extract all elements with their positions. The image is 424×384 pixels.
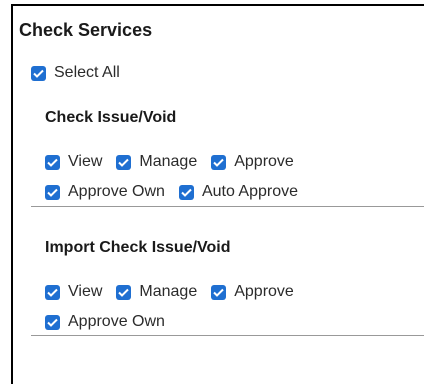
section-2-row-1: View Manage Approve [45, 283, 308, 301]
checkbox-label: Auto Approve [201, 183, 299, 200]
section-title-import-check-issue-void: Import Check Issue/Void [45, 239, 231, 256]
checkbox-label: Manage [139, 283, 198, 300]
check-icon [47, 288, 58, 297]
checkbox-label: Approve Own [68, 183, 165, 200]
checkbox-auto-approve[interactable] [178, 184, 194, 200]
select-all-row[interactable]: Select All [31, 64, 134, 82]
check-icon [33, 69, 44, 78]
section-divider [31, 335, 424, 336]
check-icon [47, 188, 58, 197]
checkbox-label: Approve [234, 283, 294, 300]
checkbox-manage[interactable] [116, 154, 132, 170]
panel-title: Check Services [19, 20, 153, 40]
checkbox-approve[interactable] [211, 284, 227, 300]
check-icon [118, 158, 130, 167]
section-1-row-2: Approve Own Auto Approve [45, 183, 312, 201]
checkbox-approve[interactable] [211, 154, 227, 170]
check-icon [213, 158, 224, 167]
checkbox-label: Approve [234, 153, 294, 170]
check-icon [47, 158, 58, 167]
checkbox-label: Approve Own [68, 313, 165, 330]
check-icon [47, 318, 58, 327]
section-divider [31, 206, 424, 207]
check-icon [181, 188, 192, 197]
section-title-check-issue-void: Check Issue/Void [45, 109, 177, 126]
checkbox-view[interactable] [45, 154, 60, 170]
checkbox-label: Manage [139, 153, 198, 170]
checkbox-view[interactable] [45, 284, 60, 300]
checkbox-label: View [68, 153, 103, 170]
checkbox-label: View [68, 283, 103, 300]
section-2-row-2: Approve Own [45, 313, 179, 331]
select-all-label: Select All [54, 64, 120, 81]
check-icon [118, 288, 130, 297]
check-icon [213, 288, 224, 297]
select-all-checkbox[interactable] [31, 65, 46, 81]
checkbox-approve-own[interactable] [45, 314, 60, 330]
checkbox-manage[interactable] [116, 284, 132, 300]
section-1-row-1: View Manage Approve [45, 153, 308, 171]
checkbox-approve-own[interactable] [45, 184, 60, 200]
